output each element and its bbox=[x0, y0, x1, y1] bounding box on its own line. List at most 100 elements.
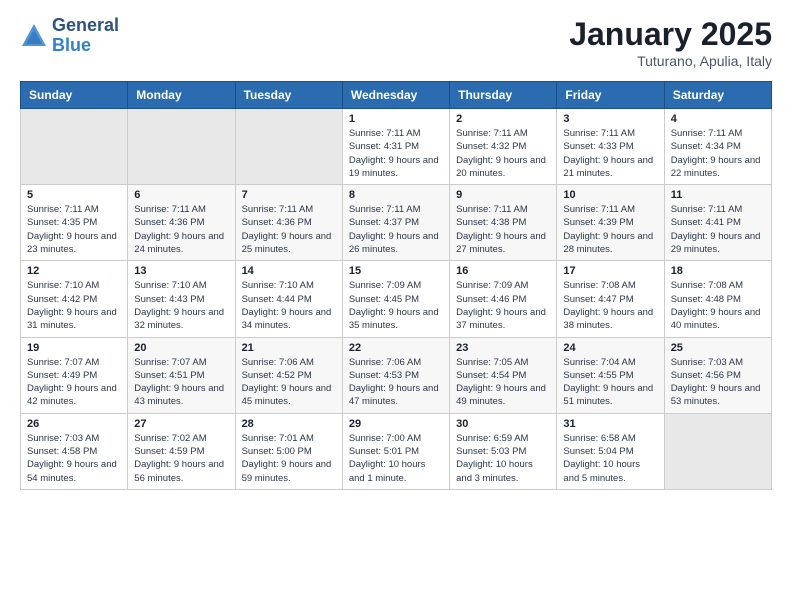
weekday-header-saturday: Saturday bbox=[664, 82, 771, 109]
week-row-2: 5Sunrise: 7:11 AM Sunset: 4:35 PM Daylig… bbox=[21, 185, 772, 261]
calendar-cell: 20 Sunrise: 7:07 AM Sunset: 4:51 PM Dayli… bbox=[128, 337, 235, 413]
calendar-cell: 30 Sunrise: 6:59 AM Sunset: 5:03 PM Dayli… bbox=[450, 413, 557, 489]
day-info: Sunrise: 7:11 AM Sunset: 4:33 PM Dayligh… bbox=[563, 127, 657, 180]
day-number: 20 bbox=[134, 342, 228, 354]
calendar-cell: 1Sunrise: 7:11 AM Sunset: 4:31 PM Daylig… bbox=[342, 109, 449, 185]
calendar-cell: 13Sunrise: 7:10 AM Sunset: 4:43 PM Dayli… bbox=[128, 261, 235, 337]
week-row-4: 19 Sunrise: 7:07 AM Sunset: 4:49 PM Dayli… bbox=[21, 337, 772, 413]
calendar-cell: 27 Sunrise: 7:02 AM Sunset: 4:59 PM Dayli… bbox=[128, 413, 235, 489]
day-number: 28 bbox=[242, 418, 336, 430]
weekday-header-thursday: Thursday bbox=[450, 82, 557, 109]
week-row-1: 1Sunrise: 7:11 AM Sunset: 4:31 PM Daylig… bbox=[21, 109, 772, 185]
day-info: Sunrise: 7:11 AM Sunset: 4:37 PM Dayligh… bbox=[349, 203, 443, 256]
calendar-cell: 31 Sunrise: 6:58 AM Sunset: 5:04 PM Dayli… bbox=[557, 413, 664, 489]
day-info: Sunrise: 7:10 AM Sunset: 4:44 PM Dayligh… bbox=[242, 279, 336, 332]
day-info: Sunrise: 7:07 AM Sunset: 4:49 PM Dayligh… bbox=[27, 356, 121, 409]
day-info: Sunrise: 7:08 AM Sunset: 4:48 PM Dayligh… bbox=[671, 279, 765, 332]
day-number: 29 bbox=[349, 418, 443, 430]
day-info: Sunrise: 7:03 AM Sunset: 4:56 PM Dayligh… bbox=[671, 356, 765, 409]
title-block: January 2025 Tuturano, Apulia, Italy bbox=[569, 16, 772, 69]
calendar-cell: 18 Sunrise: 7:08 AM Sunset: 4:48 PM Dayli… bbox=[664, 261, 771, 337]
day-info: Sunrise: 7:11 AM Sunset: 4:32 PM Dayligh… bbox=[456, 127, 550, 180]
header: General Blue January 2025 Tuturano, Apul… bbox=[20, 16, 772, 69]
week-row-5: 26Sunrise: 7:03 AM Sunset: 4:58 PM Dayli… bbox=[21, 413, 772, 489]
weekday-header-friday: Friday bbox=[557, 82, 664, 109]
day-number: 3 bbox=[563, 113, 657, 125]
day-info: Sunrise: 7:11 AM Sunset: 4:38 PM Dayligh… bbox=[456, 203, 550, 256]
day-info: Sunrise: 7:10 AM Sunset: 4:42 PM Dayligh… bbox=[27, 279, 121, 332]
day-number: 13 bbox=[134, 265, 228, 277]
day-number: 15 bbox=[349, 265, 443, 277]
calendar-cell: 8 Sunrise: 7:11 AM Sunset: 4:37 PM Daylig… bbox=[342, 185, 449, 261]
day-info: Sunrise: 6:59 AM Sunset: 5:03 PM Dayligh… bbox=[456, 432, 550, 485]
calendar-cell: 25 Sunrise: 7:03 AM Sunset: 4:56 PM Dayli… bbox=[664, 337, 771, 413]
calendar-cell: 15 Sunrise: 7:09 AM Sunset: 4:45 PM Dayli… bbox=[342, 261, 449, 337]
logo-icon bbox=[20, 22, 48, 50]
logo-blue: Blue bbox=[52, 36, 119, 56]
day-info: Sunrise: 7:11 AM Sunset: 4:39 PM Dayligh… bbox=[563, 203, 657, 256]
day-info: Sunrise: 7:04 AM Sunset: 4:55 PM Dayligh… bbox=[563, 356, 657, 409]
day-info: Sunrise: 7:05 AM Sunset: 4:54 PM Dayligh… bbox=[456, 356, 550, 409]
day-info: Sunrise: 7:09 AM Sunset: 4:45 PM Dayligh… bbox=[349, 279, 443, 332]
day-number: 12 bbox=[27, 265, 121, 277]
day-info: Sunrise: 7:11 AM Sunset: 4:34 PM Dayligh… bbox=[671, 127, 765, 180]
day-number: 7 bbox=[242, 189, 336, 201]
day-number: 17 bbox=[563, 265, 657, 277]
day-info: Sunrise: 7:08 AM Sunset: 4:47 PM Dayligh… bbox=[563, 279, 657, 332]
day-info: Sunrise: 7:09 AM Sunset: 4:46 PM Dayligh… bbox=[456, 279, 550, 332]
day-number: 27 bbox=[134, 418, 228, 430]
day-number: 18 bbox=[671, 265, 765, 277]
calendar-cell: 5Sunrise: 7:11 AM Sunset: 4:35 PM Daylig… bbox=[21, 185, 128, 261]
logo-general: General bbox=[52, 16, 119, 36]
calendar-cell: 4 Sunrise: 7:11 AM Sunset: 4:34 PM Daylig… bbox=[664, 109, 771, 185]
day-number: 30 bbox=[456, 418, 550, 430]
day-info: Sunrise: 7:11 AM Sunset: 4:41 PM Dayligh… bbox=[671, 203, 765, 256]
logo-text: General Blue bbox=[52, 16, 119, 56]
calendar-cell bbox=[128, 109, 235, 185]
day-info: Sunrise: 7:11 AM Sunset: 4:35 PM Dayligh… bbox=[27, 203, 121, 256]
calendar-cell bbox=[235, 109, 342, 185]
day-info: Sunrise: 7:11 AM Sunset: 4:36 PM Dayligh… bbox=[242, 203, 336, 256]
month-title: January 2025 bbox=[569, 16, 772, 53]
day-number: 2 bbox=[456, 113, 550, 125]
calendar-cell: 24 Sunrise: 7:04 AM Sunset: 4:55 PM Dayli… bbox=[557, 337, 664, 413]
day-number: 6 bbox=[134, 189, 228, 201]
day-info: Sunrise: 7:02 AM Sunset: 4:59 PM Dayligh… bbox=[134, 432, 228, 485]
day-number: 24 bbox=[563, 342, 657, 354]
weekday-header-row: SundayMondayTuesdayWednesdayThursdayFrid… bbox=[21, 82, 772, 109]
day-number: 9 bbox=[456, 189, 550, 201]
location: Tuturano, Apulia, Italy bbox=[569, 53, 772, 69]
calendar-cell: 6Sunrise: 7:11 AM Sunset: 4:36 PM Daylig… bbox=[128, 185, 235, 261]
day-number: 19 bbox=[27, 342, 121, 354]
calendar-cell bbox=[664, 413, 771, 489]
calendar-cell: 3 Sunrise: 7:11 AM Sunset: 4:33 PM Daylig… bbox=[557, 109, 664, 185]
weekday-header-monday: Monday bbox=[128, 82, 235, 109]
day-number: 16 bbox=[456, 265, 550, 277]
calendar-cell: 21 Sunrise: 7:06 AM Sunset: 4:52 PM Dayli… bbox=[235, 337, 342, 413]
day-info: Sunrise: 7:06 AM Sunset: 4:53 PM Dayligh… bbox=[349, 356, 443, 409]
day-info: Sunrise: 7:00 AM Sunset: 5:01 PM Dayligh… bbox=[349, 432, 443, 485]
day-info: Sunrise: 6:58 AM Sunset: 5:04 PM Dayligh… bbox=[563, 432, 657, 485]
calendar-cell: 28Sunrise: 7:01 AM Sunset: 5:00 PM Dayli… bbox=[235, 413, 342, 489]
calendar-cell: 10 Sunrise: 7:11 AM Sunset: 4:39 PM Dayli… bbox=[557, 185, 664, 261]
day-number: 11 bbox=[671, 189, 765, 201]
day-number: 8 bbox=[349, 189, 443, 201]
week-row-3: 12 Sunrise: 7:10 AM Sunset: 4:42 PM Dayli… bbox=[21, 261, 772, 337]
calendar-cell: 9 Sunrise: 7:11 AM Sunset: 4:38 PM Daylig… bbox=[450, 185, 557, 261]
day-number: 10 bbox=[563, 189, 657, 201]
day-info: Sunrise: 7:06 AM Sunset: 4:52 PM Dayligh… bbox=[242, 356, 336, 409]
day-number: 25 bbox=[671, 342, 765, 354]
calendar-cell bbox=[21, 109, 128, 185]
logo: General Blue bbox=[20, 16, 119, 56]
day-number: 31 bbox=[563, 418, 657, 430]
calendar-cell: 23Sunrise: 7:05 AM Sunset: 4:54 PM Dayli… bbox=[450, 337, 557, 413]
calendar-cell: 26Sunrise: 7:03 AM Sunset: 4:58 PM Dayli… bbox=[21, 413, 128, 489]
day-number: 22 bbox=[349, 342, 443, 354]
day-number: 4 bbox=[671, 113, 765, 125]
day-info: Sunrise: 7:11 AM Sunset: 4:31 PM Dayligh… bbox=[349, 127, 443, 180]
weekday-header-wednesday: Wednesday bbox=[342, 82, 449, 109]
day-number: 21 bbox=[242, 342, 336, 354]
calendar-cell: 29 Sunrise: 7:00 AM Sunset: 5:01 PM Dayli… bbox=[342, 413, 449, 489]
page: General Blue January 2025 Tuturano, Apul… bbox=[0, 0, 792, 510]
day-info: Sunrise: 7:07 AM Sunset: 4:51 PM Dayligh… bbox=[134, 356, 228, 409]
